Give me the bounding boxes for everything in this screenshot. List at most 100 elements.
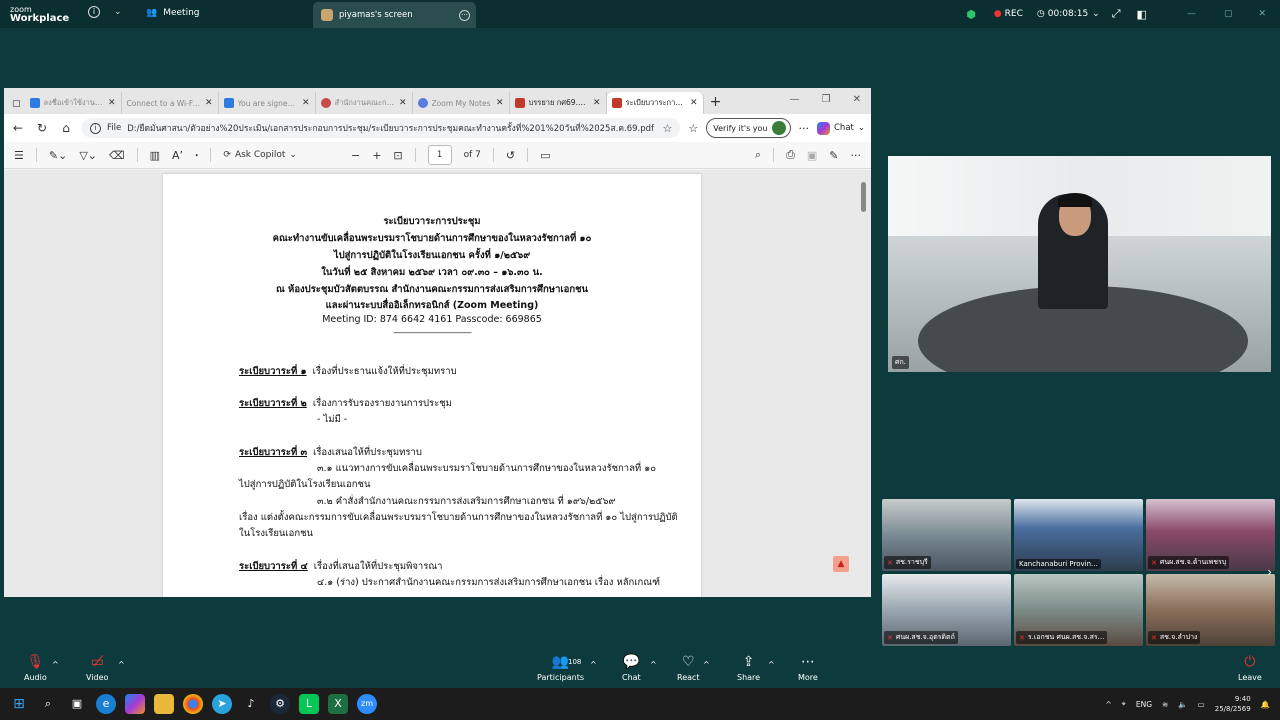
show-hidden-icons-icon[interactable]: ^ [1105,700,1111,709]
verify-profile-button[interactable]: Verify it's you [706,118,791,138]
zoom-in-icon[interactable]: + [372,149,381,162]
active-speaker-video[interactable]: ศก. [888,156,1271,372]
more-menu-icon[interactable]: ··· [799,122,810,135]
chat-options-caret[interactable]: ^ [650,660,657,669]
browser-tab[interactable]: Zoom My Notes ✕ [413,92,510,114]
more-menu-icon[interactable]: ··· [851,149,862,162]
meeting-timer[interactable]: ◷ 00:08:15 ⌄ [1037,9,1100,19]
line-app-icon[interactable]: L [299,694,319,714]
browser-tab[interactable]: ลงชื่อเข้าใช้งานแก้ไขแ ✕ [25,92,122,114]
restore-icon[interactable]: ❐ [822,94,831,105]
close-tab-icon[interactable]: ✕ [205,98,213,108]
ask-copilot-button[interactable]: ⟳ Ask Copilot ⌄ [223,150,297,160]
new-tab-button[interactable]: + [704,92,728,114]
site-info-icon[interactable]: i [90,122,101,134]
language-indicator[interactable]: ENG [1136,700,1152,709]
vertical-scrollbar[interactable] [861,182,866,212]
video-tile[interactable]: ✕ ศนผ.สช.จ.ด้านเพชรบุ [1146,499,1275,571]
audio-options-caret[interactable]: ^ [52,660,59,669]
print-icon[interactable]: ⎙ [786,148,795,162]
share-button[interactable]: ⇪ Share [737,654,760,682]
react-button[interactable]: ♡ React [677,654,700,682]
fit-page-icon[interactable]: ⊡ [393,149,402,162]
video-tile[interactable]: ✕ สช.ราชบุรี [882,499,1011,571]
rotate-icon[interactable]: ↺ [506,149,515,162]
encryption-shield-icon[interactable]: ⬢ [966,8,976,21]
zoom-out-icon[interactable]: − [351,149,360,162]
acrobat-icon[interactable]: ▲ [833,556,849,572]
close-tab-icon[interactable]: ✕ [690,98,698,108]
close-tab-icon[interactable]: ✕ [496,98,504,108]
meeting-info-icon[interactable]: i [88,6,100,18]
edge-browser-icon[interactable]: e [96,694,116,714]
telegram-icon[interactable]: ➤ [212,694,232,714]
recording-indicator[interactable]: ● REC [994,9,1023,19]
share-options-caret[interactable]: ^ [768,660,775,669]
next-page-arrow-icon[interactable]: › [1267,565,1272,579]
task-view-icon[interactable]: ▣ [67,694,87,714]
tab-list-icon[interactable]: ▢ [12,99,21,109]
close-icon[interactable]: ✕ [853,94,861,105]
battery-icon[interactable]: ▭ [1198,700,1205,709]
steam-icon[interactable]: ⚙ [270,694,290,714]
location-icon[interactable]: ⌖ [1122,699,1126,709]
url-field[interactable]: i File D:/ยืดมั่นศาสนา/ตัวอย่าง%20ประเมิ… [82,118,681,138]
view-layout-icon[interactable]: ◧ [1137,8,1147,21]
more-button[interactable]: ⋯ More [798,654,818,682]
video-tile[interactable]: ✕ ศนผ.สช.จ.อุตรดิตถ์ [882,574,1011,646]
video-tile[interactable]: ✕ ร.เอกชน ศนผ.สช.จ.สร... [1014,574,1143,646]
video-tile[interactable]: Kanchanaburi Provin... [1014,499,1143,571]
copilot-chat-button[interactable]: Chat ⌄ [817,121,865,135]
chat-button[interactable]: 💬 Chat [622,654,641,682]
close-icon[interactable]: ✕ [1258,9,1266,19]
screen-share-tab[interactable]: piyamas's screen ··· [313,2,476,28]
draw-icon[interactable]: ▽⌄ [79,149,97,162]
read-aloud-icon[interactable]: Aʼ [172,149,183,162]
back-arrow-icon[interactable]: ← [10,121,26,135]
more-options-icon[interactable]: ··· [459,9,470,21]
system-clock[interactable]: 9:40 25/8/2569 [1215,694,1251,714]
close-tab-icon[interactable]: ✕ [108,98,116,108]
contents-list-icon[interactable]: ☰ [14,149,24,162]
minimize-icon[interactable]: — [1187,9,1196,19]
home-icon[interactable]: ⌂ [58,121,74,135]
wifi-icon[interactable]: ≋ [1162,700,1168,709]
browser-tab[interactable]: สำนักงานคณะกรรมการส่งเ ✕ [316,92,413,114]
save-as-icon[interactable]: ✎ [829,149,838,162]
notification-bell-icon[interactable]: 🔔 [1261,700,1270,709]
file-explorer-icon[interactable] [154,694,174,714]
page-number-input[interactable]: 1 [427,145,452,165]
leave-button[interactable]: ⏻ Leave [1238,654,1262,682]
favorite-star-icon[interactable]: ☆ [663,122,673,135]
react-options-caret[interactable]: ^ [703,660,710,669]
save-icon[interactable]: ▣ [807,149,817,162]
close-tab-icon[interactable]: ✕ [399,98,407,108]
highlight-icon[interactable]: ✎⌄ [49,149,67,162]
close-tab-icon[interactable]: ✕ [593,98,601,108]
two-page-icon[interactable]: ▭ [540,149,550,162]
fullscreen-icon[interactable]: ⤢ [1112,7,1121,21]
browser-tab[interactable]: Connect to a Wi-Fi ne ✕ [122,92,219,114]
participants-options-caret[interactable]: ^ [590,660,597,669]
browser-tab[interactable]: You are signed in ✕ [219,92,316,114]
translate-icon[interactable]: ꞏ [195,148,198,163]
search-icon[interactable]: ⌕ [755,148,761,162]
maximize-icon[interactable]: ▢ [1224,9,1233,19]
minimize-icon[interactable]: — [790,94,800,105]
pdf-viewer[interactable]: ระเบียบวาระการประชุม คณะทำงานขับเคลื่อนพ… [4,170,871,597]
tiktok-icon[interactable]: ♪ [241,694,261,714]
chevron-down-icon[interactable]: ⌄ [114,7,122,17]
copilot-icon[interactable] [125,694,145,714]
refresh-icon[interactable]: ↻ [34,121,50,135]
eraser-icon[interactable]: ⌫ [109,149,125,162]
page-view-icon[interactable]: ▥ [150,149,160,162]
meeting-tab[interactable]: 👥 Meeting [146,8,200,18]
zoom-app-icon[interactable]: zm [357,694,377,714]
excel-icon[interactable]: X [328,694,348,714]
windows-start-icon[interactable]: ⊞ [9,694,29,714]
video-button[interactable]: ▭̸ Video [86,654,108,682]
video-options-caret[interactable]: ^ [118,660,125,669]
video-tile[interactable]: ✕ สช.จ.ลำปาง [1146,574,1275,646]
speaker-muted-icon[interactable]: 🔈 [1178,700,1187,709]
browser-tab[interactable]: บรรยาย กศ69.pdf ✕ [510,92,607,114]
